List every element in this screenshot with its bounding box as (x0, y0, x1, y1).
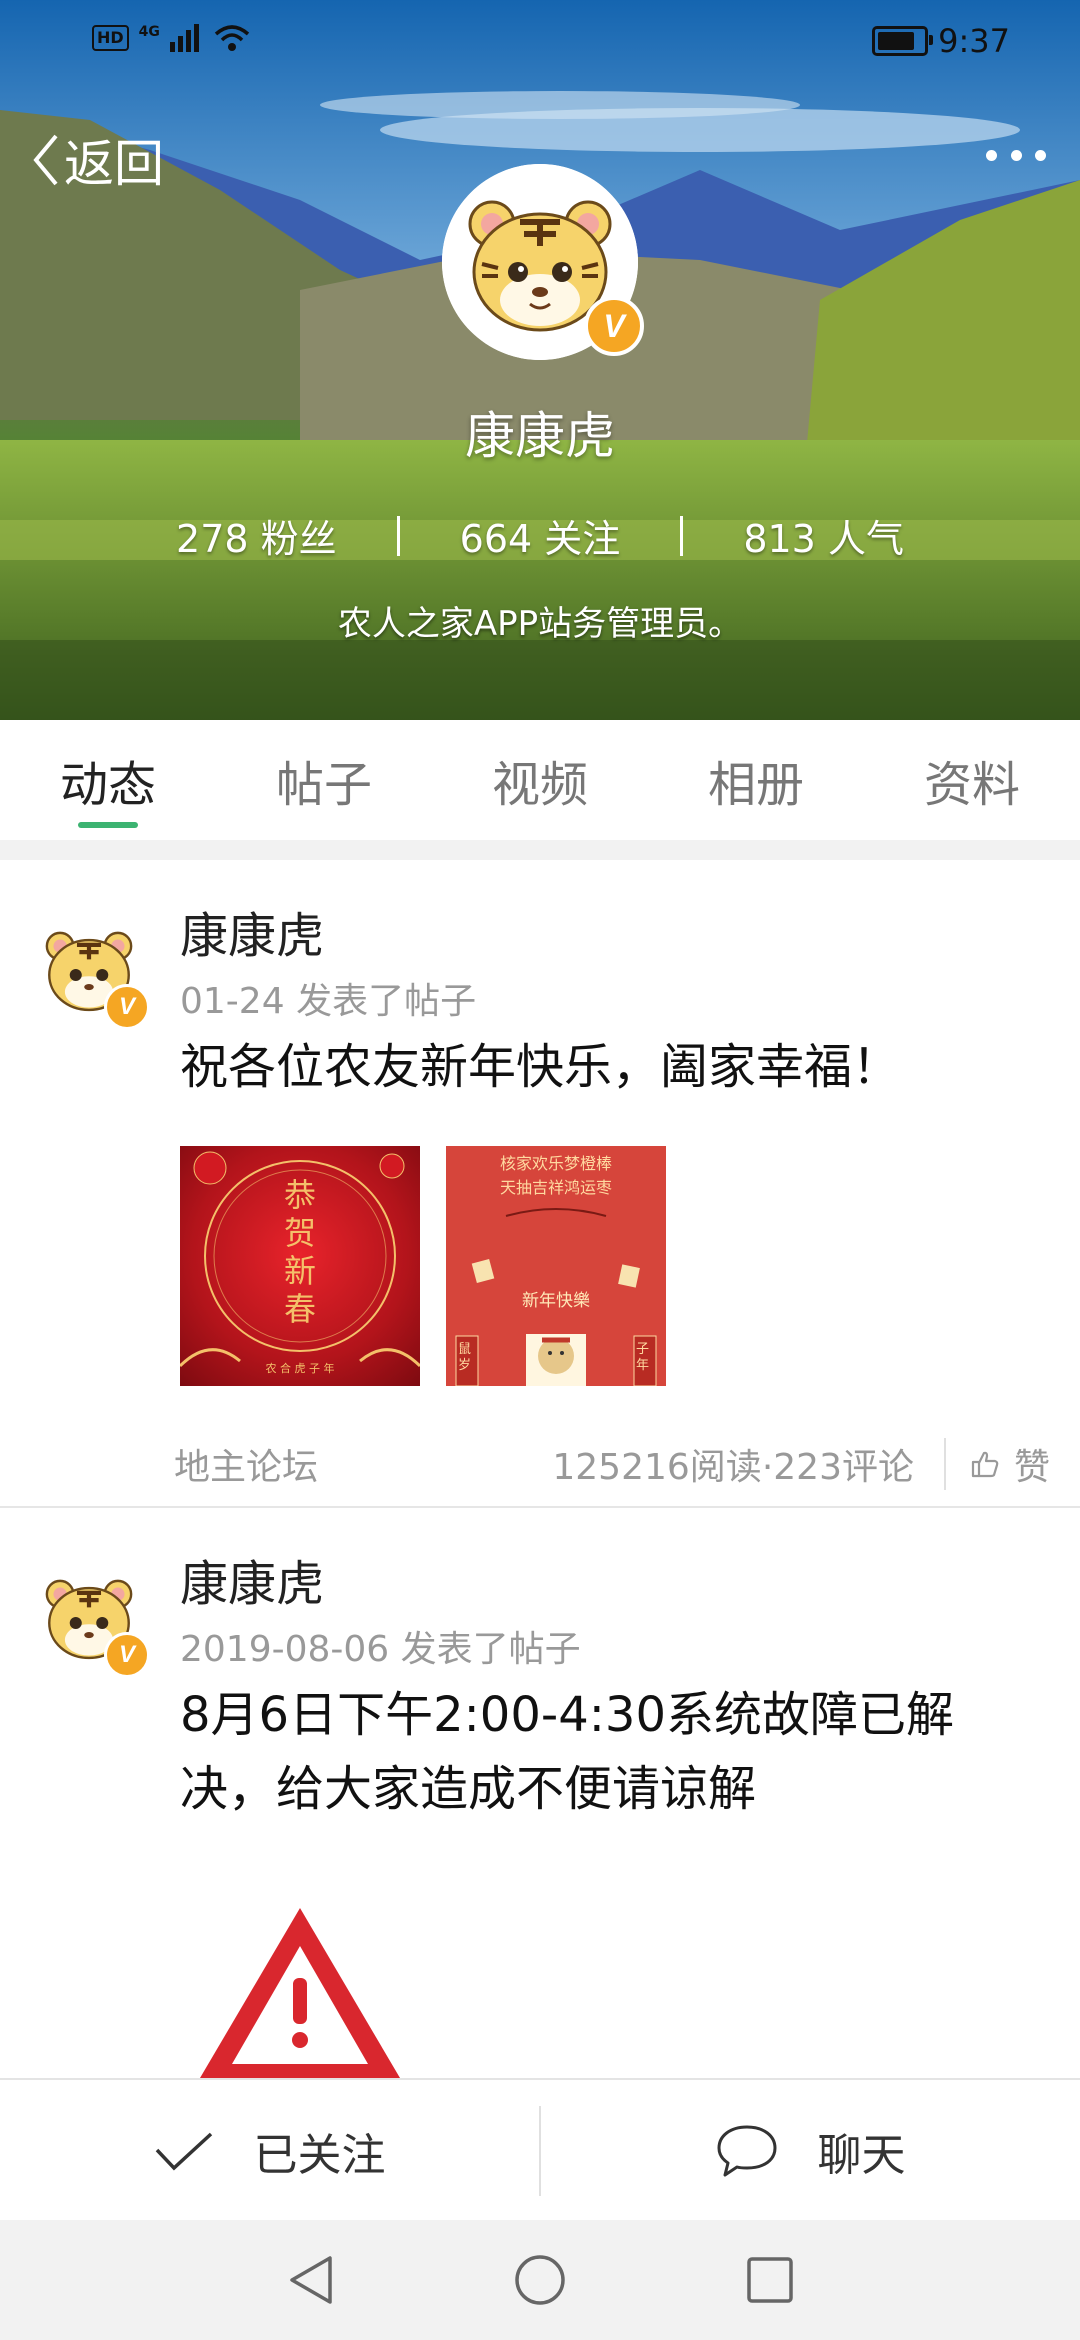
back-label: 返回 (64, 135, 164, 193)
bottom-action-bar: 已关注 聊天 (0, 2078, 1080, 2222)
profile-name: 康康虎 (465, 407, 615, 465)
circle-home-icon (515, 2255, 565, 2305)
new-year-art (455, 1208, 657, 1386)
verified-badge-icon: V (104, 1632, 150, 1678)
more-dots-icon[interactable] (986, 140, 1046, 170)
post-text: 祝各位农友新年快乐，阖家幸福！ (180, 1039, 901, 1095)
greeting-footer: 农 合 虎 子 年 (265, 1362, 335, 1375)
status-right: 9:37 (872, 22, 1010, 60)
like-button[interactable]: 赞 (943, 1438, 1050, 1490)
post-author[interactable]: 康康虎 (180, 896, 324, 966)
clock: 9:37 (938, 22, 1010, 60)
post-action: 发表了帖子 (400, 1629, 581, 1670)
nav-home-button[interactable] (514, 2254, 566, 2306)
post-author[interactable]: 康康虎 (180, 1544, 324, 1614)
signal-icon (169, 24, 199, 52)
warning-triangle-icon (200, 1908, 400, 2078)
post-action: 发表了帖子 (296, 981, 477, 1022)
tab-videos[interactable]: 视频 (432, 720, 648, 840)
nav-back-button[interactable] (286, 2254, 334, 2306)
status-bar: HD 4G 9:37 (0, 0, 1080, 84)
profile-avatar[interactable]: V (442, 164, 644, 360)
post-stats: 125216阅读·223评论 (552, 1447, 914, 1488)
post-date: 01-24 (180, 981, 285, 1022)
profile-tabs: 动态 帖子 视频 相册 资料 (0, 720, 1080, 840)
thumbs-up-icon (971, 1451, 999, 1478)
tab-posts[interactable]: 帖子 (216, 720, 432, 840)
feed-post[interactable]: V 康康虎 2019-08-06 发表了帖子 8月6日下午2:00-4:30系统… (0, 1508, 1080, 2080)
chevron-left-icon (33, 134, 58, 186)
profile-header: HD 4G 9:37 返回 V 康康虎 278 粉丝 664 关注 813 人气… (0, 0, 1080, 720)
follow-label: 已关注 (253, 2130, 386, 2181)
like-label: 赞 (1013, 1447, 1050, 1488)
post-footer: 地主论坛 125216阅读·223评论 赞 (174, 1438, 1050, 1490)
new-year-title: 新年快樂 (522, 1291, 590, 1311)
stat-following[interactable]: 664 关注 (400, 508, 681, 563)
feed-post[interactable]: V 康康虎 01-24 发表了帖子 祝各位农友新年快乐，阖家幸福！ 恭 贺 新 … (0, 860, 1080, 1508)
profile-bio: 农人之家APP站务管理员。 (337, 604, 743, 644)
post-avatar[interactable]: V (30, 910, 150, 1030)
post-date: 2019-08-06 (180, 1629, 390, 1670)
wifi-icon (214, 25, 250, 51)
greeting-text: 恭 贺 新 春 (283, 1176, 316, 1328)
back-button[interactable]: 返回 (30, 124, 164, 196)
new-year-right-tag: 子年 (636, 1342, 650, 1373)
chat-label: 聊天 (817, 2130, 906, 2181)
verified-badge-icon: V (104, 984, 150, 1030)
post-image-warning[interactable] (180, 1878, 420, 2080)
system-nav-bar (0, 2220, 1080, 2340)
status-left: HD 4G (92, 24, 250, 52)
chat-bubble-icon (717, 2125, 776, 2177)
post-image-new-year[interactable]: 核家欢乐梦橙棒 天抽吉祥鸿运枣 新年快樂 鼠岁 子年 (446, 1146, 666, 1386)
post-avatar[interactable]: V (30, 1558, 150, 1678)
post-meta: 2019-08-06 发表了帖子 (180, 1620, 581, 1672)
profile-stats: 278 粉丝 664 关注 813 人气 (0, 508, 1080, 563)
stat-fans[interactable]: 278 粉丝 (116, 508, 397, 563)
hd-icon: HD (92, 25, 129, 51)
post-forum-link[interactable]: 地主论坛 (174, 1438, 552, 1490)
square-recents-icon (747, 2257, 793, 2303)
activity-feed: V 康康虎 01-24 发表了帖子 祝各位农友新年快乐，阖家幸福！ 恭 贺 新 … (0, 860, 1080, 2080)
verified-badge-icon: V (584, 296, 644, 356)
follow-button[interactable]: 已关注 (0, 2080, 539, 2222)
post-image-greeting[interactable]: 恭 贺 新 春 农 合 虎 子 年 (180, 1146, 420, 1386)
post-text: 8月6日下午2:00-4:30系统故障已解 决，给大家造成不便请谅解 (180, 1687, 954, 1817)
nav-recents-button[interactable] (746, 2256, 794, 2304)
checkmark-icon (155, 2132, 212, 2171)
new-year-left-tag: 鼠岁 (458, 1342, 472, 1373)
network-type: 4G (138, 24, 160, 40)
tab-profile-info[interactable]: 资料 (864, 720, 1080, 840)
stat-popularity: 813 人气 (743, 517, 904, 561)
triangle-back-icon (290, 2256, 332, 2304)
chat-button[interactable]: 聊天 (541, 2080, 1080, 2222)
tab-album[interactable]: 相册 (648, 720, 864, 840)
battery-icon (872, 26, 934, 56)
post-meta: 01-24 发表了帖子 (180, 972, 476, 1024)
tab-dynamics[interactable]: 动态 (0, 720, 216, 840)
